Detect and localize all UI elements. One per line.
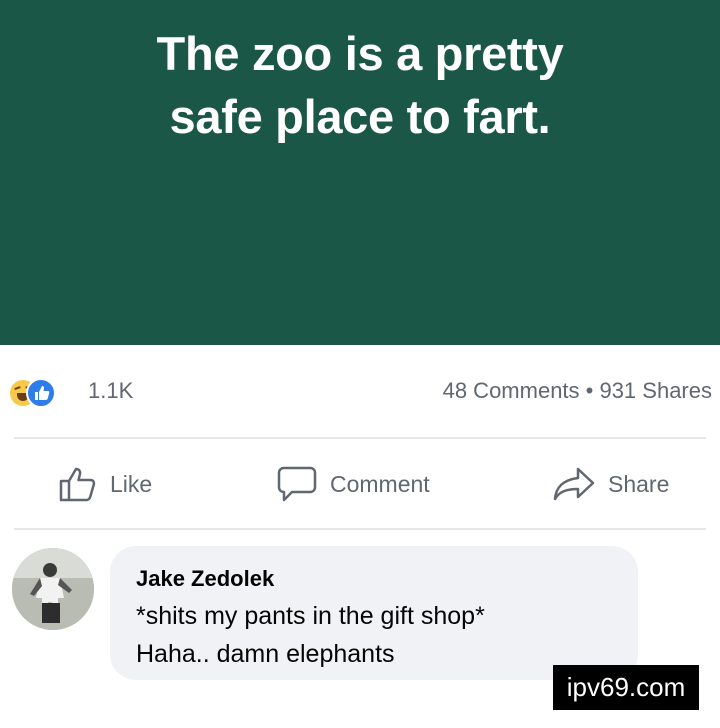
like-icon bbox=[26, 378, 56, 408]
comment-text-line: Haha.. damn elephants bbox=[136, 640, 395, 668]
post-background: The zoo is a pretty safe place to fart. bbox=[0, 0, 720, 345]
like-button[interactable]: Like bbox=[58, 464, 152, 504]
post-text: The zoo is a pretty safe place to fart. bbox=[0, 22, 720, 148]
watermark: ipv69.com bbox=[553, 665, 699, 710]
share-button[interactable]: Share bbox=[552, 464, 669, 504]
post-text-line: safe place to fart. bbox=[169, 90, 551, 143]
reaction-icons[interactable] bbox=[10, 378, 80, 408]
like-label: Like bbox=[110, 470, 153, 497]
comment-label: Comment bbox=[330, 470, 430, 497]
comment-bubble: Jake Zedolek *shits my pants in the gift… bbox=[110, 546, 638, 680]
share-arrow-icon bbox=[553, 467, 595, 501]
comments-shares-count[interactable]: 48 Comments • 931 Shares bbox=[443, 378, 712, 404]
comment-button[interactable]: Comment bbox=[276, 464, 430, 504]
thumbs-up-icon bbox=[59, 467, 96, 502]
comment-text-line: *shits my pants in the gift shop* bbox=[136, 602, 485, 630]
comment-author[interactable]: Jake Zedolek bbox=[136, 566, 274, 592]
reactions-bar: 1.1K 48 Comments • 931 Shares bbox=[0, 345, 720, 438]
comment-bubble-icon bbox=[277, 466, 317, 502]
share-label: Share bbox=[608, 470, 670, 497]
divider bbox=[14, 528, 706, 530]
actions-bar: Like Comment Share bbox=[0, 440, 720, 530]
post-text-line: The zoo is a pretty bbox=[156, 27, 564, 80]
reaction-count[interactable]: 1.1K bbox=[88, 378, 133, 404]
divider bbox=[14, 437, 706, 439]
avatar[interactable] bbox=[12, 548, 94, 630]
